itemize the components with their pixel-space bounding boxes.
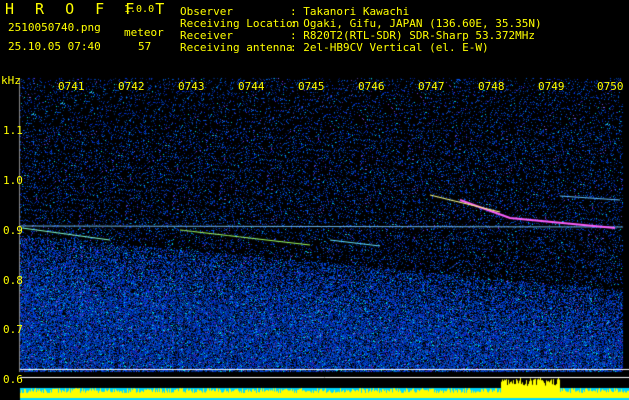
info-label-antenna: Receiving antenna	[180, 41, 293, 54]
meteor-count: 57	[138, 40, 152, 53]
date-time: 25.10.05 07:40	[8, 40, 101, 53]
x-tick-label: 0745	[298, 80, 325, 93]
spectrogram-canvas	[0, 0, 629, 400]
app-version: 1.0.0	[124, 4, 155, 15]
y-tick-label: 0.9	[3, 224, 23, 237]
x-tick-label: 0744	[238, 80, 265, 93]
file-name: 2510050740.png	[8, 21, 101, 34]
y-tick-label: 0.6	[3, 373, 23, 386]
y-tick-label: 0.7	[3, 323, 23, 336]
y-tick-label: 0.8	[3, 274, 23, 287]
meteor-label: meteor	[124, 26, 164, 39]
x-tick-label: 0750	[597, 80, 624, 93]
x-tick-label: 0747	[418, 80, 445, 93]
x-tick-label: 0746	[358, 80, 385, 93]
y-tick-label: 1.0	[3, 174, 23, 187]
x-tick-label: 0743	[178, 80, 205, 93]
info-value-antenna: : 2el-HB9CV Vertical (el. E-W)	[290, 41, 489, 54]
x-tick-label: 0741	[58, 80, 85, 93]
x-tick-label: 0742	[118, 80, 145, 93]
x-tick-label: 0749	[538, 80, 565, 93]
y-tick-label: 1.1	[3, 124, 23, 137]
axis-unit-label: kHz	[1, 74, 21, 87]
x-tick-label: 0748	[478, 80, 505, 93]
